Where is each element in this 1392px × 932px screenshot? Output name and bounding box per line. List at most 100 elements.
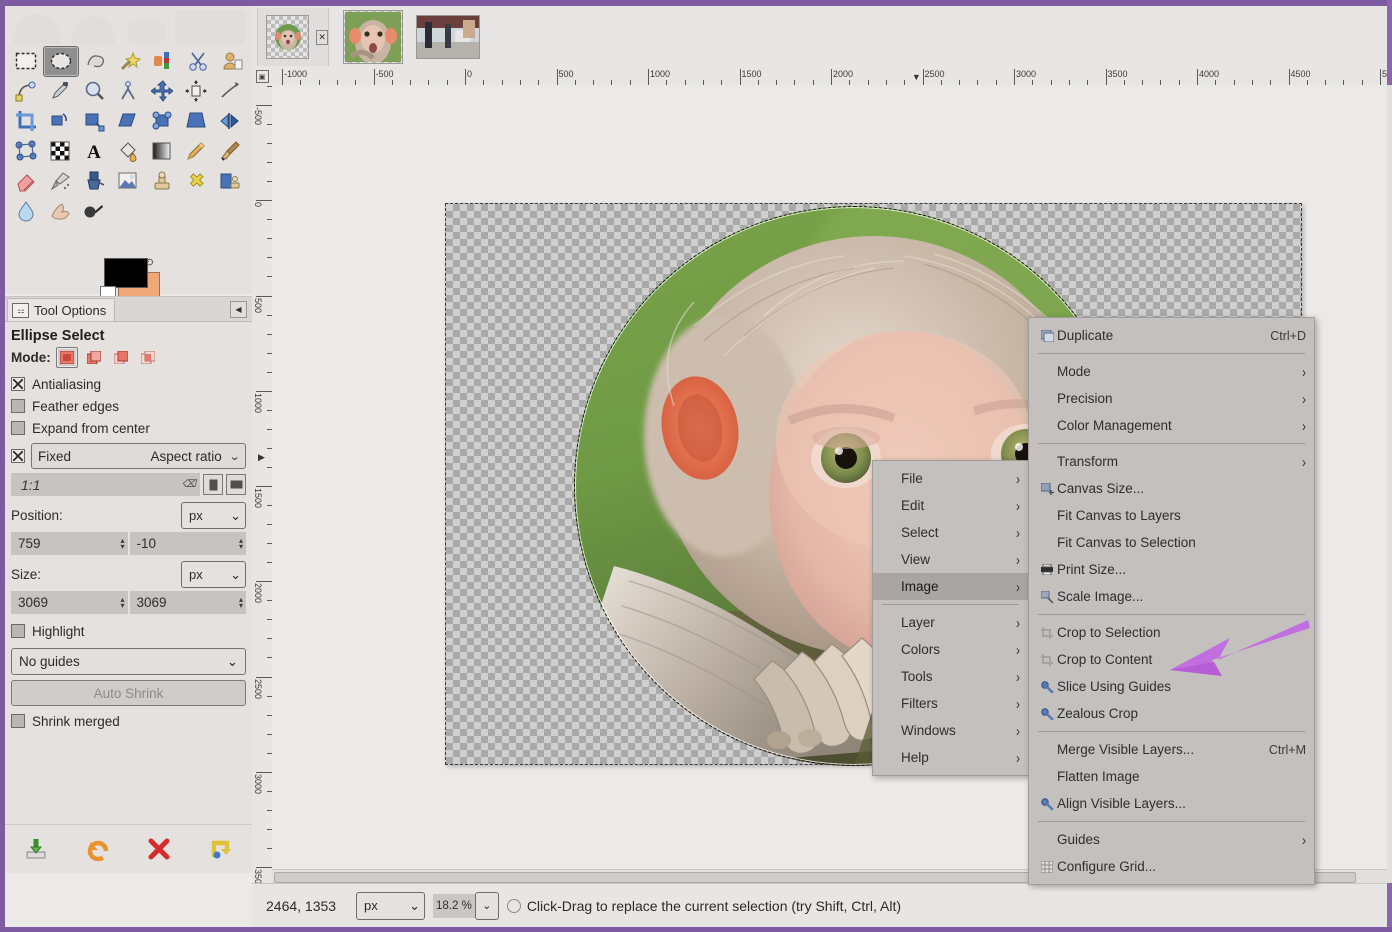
foreground-color-swatch[interactable] [104, 258, 148, 288]
canvas-context-menu[interactable]: File › Edit › Select › View › Image › Layer › Colors… [872, 460, 1029, 776]
tool-smudge[interactable] [43, 197, 77, 226]
menu-item-guides[interactable]: Guides › [1029, 826, 1314, 853]
menu-item-view[interactable]: View › [873, 546, 1028, 573]
position-unit-combo[interactable]: px ⌄ [181, 502, 246, 529]
close-icon[interactable]: ✕ [316, 29, 328, 45]
menu-item-mode[interactable]: Mode › [1029, 358, 1314, 385]
tool-rotate[interactable] [43, 107, 77, 136]
shrink-merged-checkbox[interactable] [11, 714, 25, 728]
tool-warp-transform[interactable] [213, 77, 247, 106]
option-feather-edges[interactable]: Feather edges [11, 395, 246, 417]
option-antialiasing[interactable]: Antialiasing [11, 373, 246, 395]
menu-item-print-size[interactable]: Print Size... [1029, 556, 1314, 583]
zoom-dropdown-button[interactable]: ⌄ [474, 891, 499, 920]
tool-bucket-fill-pattern[interactable] [43, 137, 77, 166]
tool-heal[interactable] [179, 167, 213, 196]
position-x-input[interactable]: 759 ▴ ▾ [11, 532, 128, 555]
expand-from-center-checkbox[interactable] [11, 421, 25, 435]
tool-handle-transform[interactable] [145, 107, 179, 136]
aspect-ratio-input[interactable]: 1:1 ⌫ [11, 473, 200, 496]
menu-item-scale-image[interactable]: Scale Image... [1029, 583, 1314, 610]
option-shrink-merged[interactable]: Shrink merged [11, 710, 246, 732]
option-expand-from-center[interactable]: Expand from center [11, 417, 246, 439]
tool-scissors-select[interactable] [181, 47, 215, 76]
tool-ink[interactable] [77, 167, 111, 196]
menu-item-slice-using-guides[interactable]: Slice Using Guides [1029, 673, 1314, 700]
ruler-origin[interactable]: ▣ [252, 68, 273, 86]
tool-paintbrush[interactable] [213, 137, 247, 166]
reset-tool-options-icon[interactable] [204, 834, 238, 864]
menu-item-image[interactable]: Image › [873, 573, 1028, 600]
tool-ellipse-select[interactable] [43, 45, 79, 77]
tab-image-1[interactable]: ✕ [257, 8, 329, 66]
foreground-background-color-swatch[interactable]: ⟲ [100, 257, 160, 324]
tool-zoom[interactable] [77, 77, 111, 106]
antialiasing-checkbox[interactable] [11, 377, 25, 391]
spinner-arrows-icon[interactable]: ▴ ▾ [120, 595, 124, 609]
menu-item-tools[interactable]: Tools › [873, 663, 1028, 690]
menu-item-configure-grid[interactable]: Configure Grid... [1029, 853, 1314, 880]
vertical-scrollbar[interactable] [1387, 85, 1392, 883]
dock-menu-button[interactable]: ◀ [230, 301, 247, 318]
tool-color-picker[interactable] [43, 77, 77, 106]
menu-item-crop-to-selection[interactable]: Crop to Selection [1029, 619, 1314, 646]
tool-mypaint-brush[interactable] [111, 167, 145, 196]
portrait-icon[interactable] [203, 474, 223, 495]
tab-tool-options[interactable]: ⚏ Tool Options [7, 298, 116, 321]
tool-dodge-burn[interactable] [77, 197, 111, 226]
tool-gradient[interactable] [145, 137, 179, 166]
menu-item-duplicate[interactable]: Duplicate Ctrl+D [1029, 322, 1314, 349]
image-submenu[interactable]: Duplicate Ctrl+D Mode › Precision › Color Mana… [1028, 317, 1315, 885]
size-height-input[interactable]: 3069 ▴ ▾ [129, 591, 246, 614]
fixed-mode-combo[interactable]: Fixed Aspect ratio ⌄ [31, 443, 246, 469]
status-unit-combo[interactable]: px ⌄ [356, 891, 425, 920]
tool-perspective[interactable] [179, 107, 213, 136]
guides-combo[interactable]: No guides ⌄ [11, 648, 246, 675]
size-width-input[interactable]: 3069 ▴ ▾ [11, 591, 128, 614]
menu-item-edit[interactable]: Edit › [873, 492, 1028, 519]
zoom-value[interactable]: 18.2 % [433, 893, 475, 918]
auto-shrink-button[interactable]: Auto Shrink [11, 680, 246, 706]
vertical-ruler[interactable]: -500 0 500 1000 1500 2000 2500 3000 3500 ▶ [252, 85, 273, 883]
delete-tool-preset-icon[interactable] [142, 834, 176, 864]
mode-subtract-button[interactable] [110, 347, 132, 368]
menu-item-filters[interactable]: Filters › [873, 690, 1028, 717]
spinner-arrows-icon[interactable]: ▴ ▾ [239, 595, 243, 609]
menu-item-precision[interactable]: Precision › [1029, 385, 1314, 412]
save-tool-preset-icon[interactable] [19, 834, 53, 864]
menu-item-fit-canvas-to-layers[interactable]: Fit Canvas to Layers [1029, 502, 1314, 529]
zoom-control[interactable]: 18.2 % ⌄ [433, 891, 499, 920]
tool-fuzzy-select[interactable] [113, 47, 147, 76]
tool-flip[interactable] [213, 107, 247, 136]
tool-alignment[interactable] [179, 77, 213, 106]
tool-select-by-color[interactable] [147, 47, 181, 76]
tool-foreground-select[interactable] [215, 47, 249, 76]
spinner-arrows-icon[interactable]: ▴ ▾ [120, 536, 124, 550]
tool-move[interactable] [145, 77, 179, 106]
menu-item-help[interactable]: Help › [873, 744, 1028, 771]
mode-replace-button[interactable] [55, 347, 78, 368]
tab-image-2[interactable] [338, 8, 406, 66]
tool-text[interactable]: A [77, 137, 111, 166]
tool-eraser[interactable] [9, 167, 43, 196]
mode-intersect-button[interactable] [137, 347, 159, 368]
tool-grid[interactable]: A [9, 45, 249, 226]
tool-bucket-fill[interactable] [111, 137, 145, 166]
tool-paths[interactable] [9, 77, 43, 106]
fixed-checkbox[interactable] [11, 449, 25, 463]
tool-pencil[interactable] [179, 137, 213, 166]
tool-blur-sharpen[interactable] [9, 197, 43, 226]
tool-crop[interactable] [9, 107, 43, 136]
mode-add-button[interactable] [83, 347, 105, 368]
tool-free-select[interactable] [79, 47, 113, 76]
tool-scale[interactable] [77, 107, 111, 136]
horizontal-ruler[interactable]: -1000 -500 0 500 1000 1500 2000 2500 3000 3500 400… [272, 68, 1387, 86]
tool-rectangle-select[interactable] [9, 47, 43, 76]
tool-measure[interactable] [111, 77, 145, 106]
tool-shear[interactable] [111, 107, 145, 136]
menu-item-select[interactable]: Select › [873, 519, 1028, 546]
menu-item-color-management[interactable]: Color Management › [1029, 412, 1314, 439]
tool-cage-transform[interactable] [9, 137, 43, 166]
menu-item-canvas-size[interactable]: Canvas Size... [1029, 475, 1314, 502]
menu-item-fit-canvas-to-selection[interactable]: Fit Canvas to Selection [1029, 529, 1314, 556]
